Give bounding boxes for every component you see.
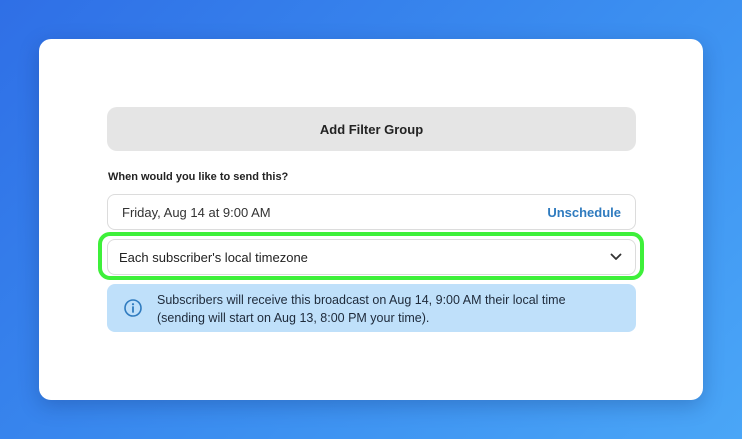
scheduled-date-field[interactable]: Friday, Aug 14 at 9:00 AM Unschedule: [107, 194, 636, 230]
timezone-info-box: Subscribers will receive this broadcast …: [107, 284, 636, 332]
info-text-line-2: (sending will start on Aug 13, 8:00 PM y…: [157, 311, 430, 325]
chevron-down-icon: [609, 250, 623, 264]
schedule-card: Add Filter Group When would you like to …: [39, 39, 703, 400]
unschedule-link[interactable]: Unschedule: [547, 205, 621, 220]
info-circle-icon: [123, 298, 143, 318]
timezone-info-text: Subscribers will receive this broadcast …: [157, 291, 627, 327]
send-time-question-label: When would you like to send this?: [108, 171, 289, 183]
scheduled-date-value: Friday, Aug 14 at 9:00 AM: [122, 204, 271, 220]
timezone-select-value: Each subscriber's local timezone: [119, 249, 308, 265]
add-filter-group-button[interactable]: Add Filter Group: [107, 107, 636, 151]
info-text-line-1: Subscribers will receive this broadcast …: [157, 293, 566, 307]
timezone-select[interactable]: Each subscriber's local timezone: [107, 239, 636, 275]
